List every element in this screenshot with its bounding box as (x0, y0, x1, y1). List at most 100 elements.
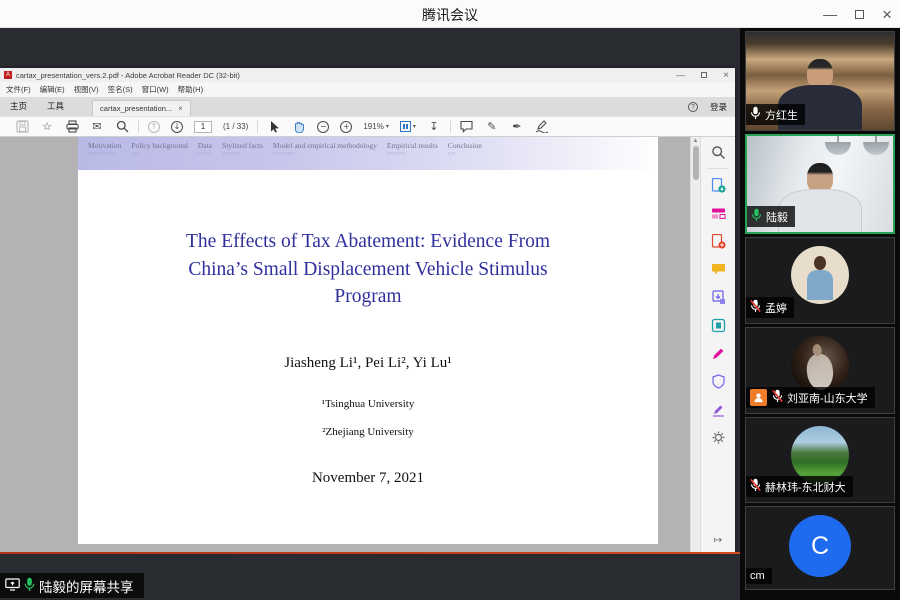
slide-title: The Effects of Tax Abatement: Evidence F… (153, 228, 583, 311)
slide-nav-header: Motivation ○○○○○○○○ Policy background ○○… (78, 137, 658, 170)
acrobat-toolbar: ☆ ✉ ↑ ↓ (1 / 33) (0, 116, 735, 137)
edit-pdf-icon[interactable] (710, 205, 726, 221)
share-border-indicator (0, 552, 740, 554)
acrobat-restore-icon[interactable] (701, 72, 707, 78)
menu-edit[interactable]: 编辑(E) (40, 84, 65, 95)
page-count-label: (1 / 33) (223, 122, 248, 131)
previous-page-icon: ↑ (148, 121, 160, 133)
slide-affiliation-1: ¹Tsinghua University (78, 398, 658, 410)
login-button[interactable]: 登录 (710, 101, 727, 113)
page-number-input[interactable] (194, 121, 212, 133)
select-tool-icon[interactable] (267, 120, 281, 134)
screen-share-icon (5, 578, 20, 594)
nav-section-stylized-facts: Stylized facts ○○○○○ (222, 141, 263, 170)
maximize-icon[interactable] (855, 10, 864, 19)
participant-name: 刘亚南-山东大学 (787, 390, 868, 406)
export-pdf-icon[interactable] (710, 177, 726, 193)
acrobat-menubar: 文件(F) 编辑(E) 视图(V) 签名(S) 窗口(W) 帮助(H) (0, 82, 735, 97)
mic-on-icon (751, 208, 762, 225)
fill-sign-icon[interactable] (535, 120, 549, 134)
screen-share-banner-text: 陆毅的屏幕共享 (39, 576, 134, 596)
mic-on-icon (750, 106, 761, 123)
tab-document[interactable]: cartax_presentation... × (92, 100, 191, 116)
tencent-meeting-window: 腾讯会议 — × A cartax_presentation_vers.2.pd… (0, 0, 900, 600)
search-icon[interactable] (115, 120, 129, 134)
protect-icon[interactable] (710, 373, 726, 389)
participant-name: 赫林玮-东北财大 (765, 479, 846, 495)
mic-muted-icon (750, 478, 761, 495)
nav-section-conclusion: Conclusion ○○ (448, 141, 482, 170)
more-tools-icon[interactable] (710, 429, 726, 445)
star-icon[interactable]: ☆ (40, 120, 54, 134)
acrobat-close-icon[interactable]: × (723, 70, 729, 81)
slide-date: November 7, 2021 (78, 470, 658, 487)
save-icon (15, 120, 29, 134)
participant-tile[interactable]: 方红生 (745, 31, 895, 131)
comment-icon[interactable] (460, 120, 474, 134)
participant-name: 陆毅 (766, 209, 788, 225)
participant-tile[interactable]: 孟婷 (745, 237, 895, 324)
participant-tile[interactable]: C cm (745, 506, 895, 590)
zoom-in-icon[interactable]: + (340, 121, 352, 133)
tools-pane: ↦ (700, 137, 735, 552)
participant-tile-active-speaker[interactable]: 陆毅 (745, 134, 895, 234)
slide-affiliation-2: ²Zhejiang University (78, 426, 658, 438)
next-page-icon[interactable]: ↓ (171, 121, 183, 133)
menu-view[interactable]: 视图(V) (74, 84, 99, 95)
print-icon[interactable] (65, 120, 79, 134)
screen-share-banner: 陆毅的屏幕共享 (0, 573, 144, 598)
menu-file[interactable]: 文件(F) (6, 84, 31, 95)
page-display-dropdown[interactable]: ▾ (400, 121, 416, 132)
acrobat-window-title: cartax_presentation_vers.2.pdf - Adobe A… (16, 71, 240, 80)
organize-pages-icon[interactable] (710, 317, 726, 333)
tab-tools[interactable]: 工具 (37, 100, 74, 116)
fit-width-icon[interactable]: ↧ (427, 120, 441, 134)
acrobat-window: A cartax_presentation_vers.2.pdf - Adobe… (0, 68, 735, 552)
scrollbar-thumb[interactable] (693, 146, 699, 180)
tab-close-icon[interactable]: × (178, 104, 183, 113)
tab-home[interactable]: 主页 (0, 100, 37, 116)
avatar-letter: C (789, 515, 851, 577)
adobe-pdf-icon: A (4, 71, 12, 79)
meeting-title: 腾讯会议 (0, 5, 900, 25)
certificates-icon[interactable] (710, 401, 726, 417)
comment-tool-icon[interactable] (710, 261, 726, 277)
chevron-down-icon: ▾ (386, 123, 389, 130)
menu-window[interactable]: 窗口(W) (142, 84, 169, 95)
acrobat-tabbar: 主页 工具 cartax_presentation... × ? 登录 (0, 97, 735, 116)
help-icon[interactable]: ? (688, 102, 698, 112)
pdf-page: Motivation ○○○○○○○○ Policy background ○○… (78, 137, 658, 544)
nav-section-motivation: Motivation ○○○○○○○○ (88, 141, 121, 170)
zoom-out-icon[interactable]: − (317, 121, 329, 133)
acrobat-minimize-icon[interactable]: — (676, 70, 685, 80)
pencil-icon[interactable]: ✎ (485, 120, 499, 134)
fill-sign-tool-icon[interactable] (710, 345, 726, 361)
vertical-scrollbar[interactable]: ▲ (690, 137, 700, 552)
menu-sign[interactable]: 签名(S) (108, 84, 133, 95)
combine-files-icon[interactable] (710, 289, 726, 305)
email-icon[interactable]: ✉ (90, 120, 104, 134)
participant-name: 孟婷 (765, 300, 787, 316)
scroll-up-icon[interactable]: ▲ (691, 137, 700, 144)
hand-tool-icon[interactable] (292, 120, 306, 134)
signature-pen-icon[interactable]: ✒ (510, 120, 524, 134)
avatar (791, 336, 849, 394)
minimize-icon[interactable]: — (823, 7, 837, 21)
menu-help[interactable]: 帮助(H) (178, 84, 203, 95)
create-pdf-icon[interactable] (710, 233, 726, 249)
participant-sidebar: 方红生 陆毅 孟婷 (740, 28, 900, 600)
participant-tile[interactable]: 刘亚南-山东大学 (745, 327, 895, 414)
slide-authors: Jiasheng Li¹, Pei Li², Yi Lu¹ (78, 355, 658, 372)
participant-tile[interactable]: 赫林玮-东北财大 (745, 417, 895, 503)
zoom-level-dropdown[interactable]: 191% ▾ (363, 122, 388, 131)
expand-pane-icon[interactable]: ↦ (701, 535, 735, 546)
close-icon[interactable]: × (882, 6, 892, 23)
mic-muted-icon (750, 299, 761, 316)
participant-name: 方红生 (765, 107, 798, 123)
search-tool-icon[interactable] (710, 144, 726, 160)
nav-section-policy-background: Policy background ○○ (131, 141, 187, 170)
nav-section-methodology: Model and empirical methodology ○○○○○○ (273, 141, 377, 170)
chevron-down-icon: ▾ (413, 123, 416, 130)
nav-section-data: Data ○○○○ (198, 141, 213, 170)
participant-name: cm (750, 570, 765, 582)
